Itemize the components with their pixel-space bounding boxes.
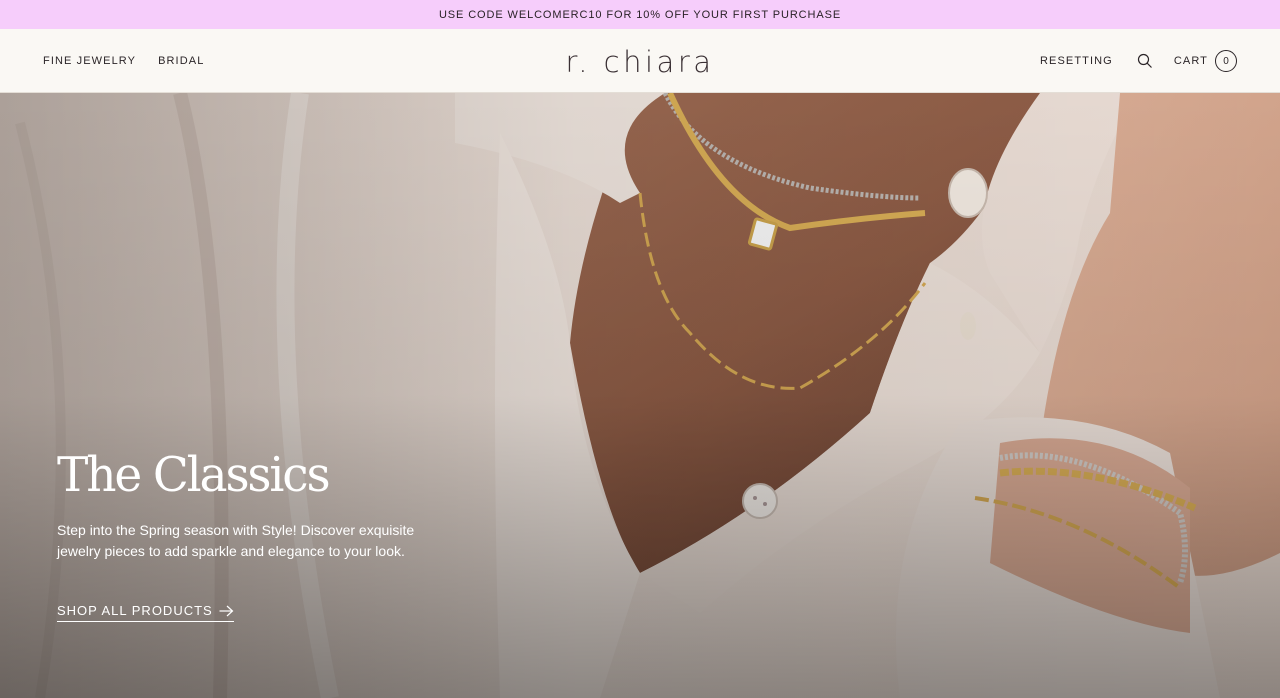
nav-link-fine-jewelry[interactable]: FINE JEWELRY [43, 55, 136, 67]
hero-content: The Classics Step into the Spring season… [57, 451, 437, 622]
hero-description: Step into the Spring season with Style! … [57, 522, 415, 559]
site-header: FINE JEWELRY BRIDAL r. chiara RESETTING … [0, 29, 1280, 93]
search-icon[interactable] [1136, 52, 1154, 70]
hero-banner: The Classics Step into the Spring season… [0, 93, 1280, 698]
cta-label: SHOP ALL PRODUCTS [57, 603, 213, 618]
announcement-text: USE CODE WELCOMERC10 FOR 10% OFF YOUR FI… [438, 8, 842, 21]
primary-nav: FINE JEWELRY BRIDAL [43, 29, 204, 93]
cart-count-badge: 0 [1215, 50, 1237, 72]
shop-all-products-link[interactable]: SHOP ALL PRODUCTS [57, 603, 234, 622]
announcement-bar: USE CODE WELCOMERC10 FOR 10% OFF YOUR FI… [0, 0, 1280, 29]
cart-button[interactable]: CART 0 [1174, 50, 1237, 72]
arrow-right-icon [219, 605, 234, 616]
cart-label: CART [1173, 55, 1208, 67]
hero-title: The Classics [57, 447, 331, 503]
nav-link-bridal[interactable]: BRIDAL [158, 55, 204, 67]
utility-nav: RESETTING CART 0 [1040, 29, 1237, 93]
nav-link-resetting[interactable]: RESETTING [1040, 55, 1113, 67]
logo[interactable]: r. chiara [565, 46, 714, 77]
